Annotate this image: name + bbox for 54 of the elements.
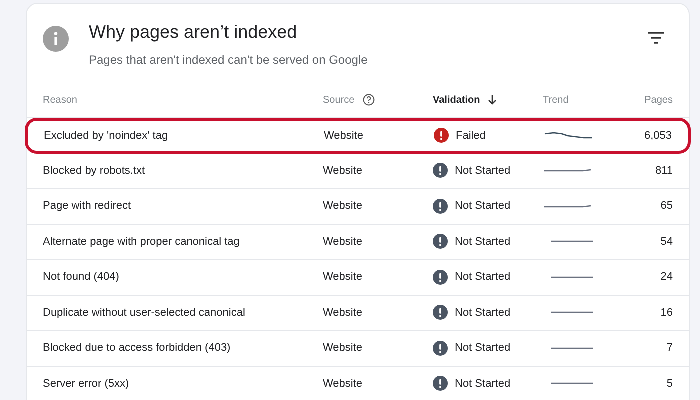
- source-cell-text: Website: [323, 270, 364, 285]
- pages-cell-text: 6,053: [643, 128, 672, 144]
- reason-cell-text: Not found (404): [43, 270, 120, 285]
- reason-cell-text: Excluded by 'noindex' tag: [44, 128, 170, 144]
- validation-cell-text: Not Started: [455, 164, 511, 178]
- info-icon: [43, 26, 69, 52]
- table-row[interactable]: Page with redirect Website Not Started 65: [27, 189, 689, 224]
- column-header[interactable]: Validation: [433, 92, 480, 108]
- pages-cell-text: 24: [660, 270, 673, 285]
- card-title: Why pages aren’t indexed: [89, 21, 298, 44]
- validation-cell-text: Not Started: [455, 341, 511, 356]
- pages-cell-text: 5: [666, 376, 673, 392]
- highlighted-row[interactable]: Excluded by 'noindex' tag Website Failed 6,053: [25, 118, 691, 154]
- source-cell-text: Website: [323, 164, 364, 178]
- validation-cell-text: Not Started: [455, 270, 511, 285]
- table-row[interactable]: Not found (404) Website Not Started 24: [27, 260, 689, 296]
- source-cell-text: Website: [323, 341, 364, 356]
- source-cell-text: Website: [323, 306, 364, 320]
- table-row[interactable]: Alternate page with proper canonical tag Website Not Started 54: [27, 224, 689, 260]
- reason-cell-text: Blocked by robots.txt: [43, 164, 146, 178]
- source-cell-text: Website: [323, 199, 364, 214]
- reason-cell-text: Page with redirect: [43, 199, 132, 214]
- validation-cell-text: Not Started: [455, 306, 511, 320]
- validation-cell-text: Not Started: [455, 199, 511, 214]
- filter-icon[interactable]: [648, 32, 664, 44]
- pages-cell-text: 16: [660, 306, 673, 320]
- help-icon[interactable]: [362, 94, 375, 106]
- column-header: Source: [323, 94, 355, 108]
- source-cell-text: Website: [324, 128, 365, 144]
- source-cell-text: Website: [323, 376, 364, 392]
- validation-cell-text: Not Started: [455, 234, 511, 250]
- source-cell-text: Website: [323, 234, 364, 250]
- reason-cell-text: Alternate page with proper canonical tag: [43, 234, 241, 250]
- table-row[interactable]: Blocked due to access forbidden (403) Website Not Started 7: [27, 331, 689, 366]
- trend-sparkline: [543, 204, 592, 208]
- sort-down-icon[interactable]: [488, 95, 498, 105]
- pages-cell-text: 54: [660, 234, 673, 250]
- trend-sparkline: [543, 169, 592, 172]
- validation-cell-text: Failed: [456, 128, 486, 144]
- reason-cell-text: Blocked due to access forbidden (403): [43, 341, 232, 356]
- reason-cell-text: Server error (5xx): [43, 376, 130, 392]
- column-header: Reason: [43, 94, 78, 108]
- column-header: Trend: [543, 94, 569, 108]
- trend-sparkline: [544, 132, 593, 140]
- table-row[interactable]: Duplicate without user-selected canonical Website Not Started 16: [27, 296, 689, 331]
- pages-cell-text: 65: [660, 199, 673, 214]
- reason-cell-text: Duplicate without user-selected canonical: [43, 306, 246, 320]
- table-row[interactable]: Server error (5xx) Website Not Started 5: [27, 366, 689, 400]
- table-row[interactable]: Blocked by robots.txt Website Not Started 811: [27, 154, 689, 189]
- column-header: Pages: [644, 94, 673, 108]
- pages-cell-text: 7: [666, 341, 673, 356]
- card-subtitle: Pages that aren't indexed can't be served on Google: [89, 52, 368, 69]
- validation-cell-text: Not Started: [455, 376, 511, 392]
- pages-cell-text: 811: [654, 164, 673, 178]
